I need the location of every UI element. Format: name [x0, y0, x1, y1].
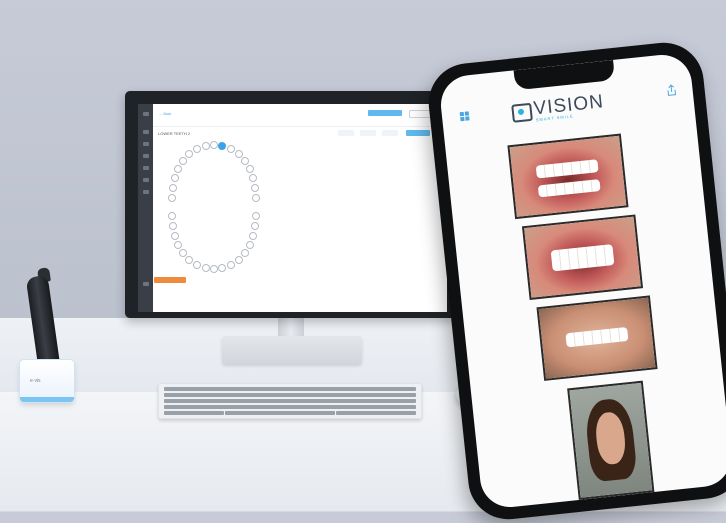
dock-logo: e·vis: [30, 378, 41, 384]
sidebar-item[interactable]: [143, 154, 149, 158]
product-scene: ← Back LOWER TEETH 2 e·vis VISION SMART …: [0, 0, 726, 523]
keys: [164, 411, 224, 415]
vision-logo-icon: [511, 102, 533, 123]
tooth[interactable]: [241, 249, 249, 257]
tooth[interactable]: [171, 232, 179, 240]
keys: [164, 399, 416, 403]
sidebar-item[interactable]: [143, 190, 149, 194]
photo-bite[interactable]: [521, 214, 644, 300]
sidebar-settings-icon[interactable]: [143, 282, 149, 286]
tooth[interactable]: [168, 194, 176, 202]
tooth[interactable]: [179, 157, 187, 165]
sidebar-item[interactable]: [143, 166, 149, 170]
tooth[interactable]: [218, 264, 226, 272]
spacebar: [225, 411, 335, 415]
monitor-stand-neck: [278, 318, 304, 338]
photo-smile[interactable]: [536, 295, 658, 381]
tooth-selected[interactable]: [218, 142, 226, 150]
toolbar-chip[interactable]: [338, 130, 354, 136]
tooth[interactable]: [169, 222, 177, 230]
tooth[interactable]: [202, 142, 210, 150]
tooth[interactable]: [185, 150, 193, 158]
photo-open-mouth[interactable]: [507, 133, 629, 220]
dental-chart: [166, 141, 266, 282]
key-row: [164, 405, 416, 409]
tooth[interactable]: [241, 157, 249, 165]
orange-action-button[interactable]: [154, 277, 186, 283]
tooth[interactable]: [171, 174, 179, 182]
share-icon[interactable]: [666, 84, 677, 97]
mouth-image: [509, 135, 627, 217]
tooth[interactable]: [193, 261, 201, 269]
key-row: [164, 387, 416, 391]
phone-notch: [513, 59, 616, 91]
tooth[interactable]: [249, 174, 257, 182]
sidebar-menu-icon[interactable]: [143, 112, 149, 116]
tooth[interactable]: [252, 194, 260, 202]
toolbar-primary-chip[interactable]: [406, 130, 430, 136]
tooth[interactable]: [246, 241, 254, 249]
tooth[interactable]: [185, 256, 193, 264]
key-row: [164, 393, 416, 397]
tooth[interactable]: [227, 145, 235, 153]
app-topbar: ← Back: [153, 104, 447, 127]
tooth[interactable]: [174, 241, 182, 249]
tooth[interactable]: [227, 261, 235, 269]
keys: [164, 405, 416, 409]
smartphone: VISION SMART SMILE: [424, 38, 726, 523]
tooth[interactable]: [249, 232, 257, 240]
key-row: [164, 399, 416, 403]
tooth[interactable]: [169, 184, 177, 192]
tooth[interactable]: [235, 256, 243, 264]
tooth[interactable]: [202, 264, 210, 272]
primary-action-button[interactable]: [368, 110, 402, 116]
tooth[interactable]: [246, 165, 254, 173]
dock-light: [20, 397, 74, 402]
portrait-image: [569, 382, 653, 498]
monitor-stand-base: [222, 336, 362, 364]
back-link[interactable]: ← Back: [159, 112, 171, 116]
grid-menu-icon[interactable]: [459, 111, 470, 122]
tooth[interactable]: [252, 212, 260, 220]
keys: [164, 393, 416, 397]
sidebar-item[interactable]: [143, 178, 149, 182]
tooth[interactable]: [168, 212, 176, 220]
toolbar-chip[interactable]: [360, 130, 376, 136]
keys: [336, 411, 416, 415]
key-row: [164, 411, 416, 415]
phone-screen: VISION SMART SMILE: [438, 52, 726, 510]
tooth[interactable]: [251, 222, 259, 230]
monitor-screen: ← Back LOWER TEETH 2: [138, 104, 447, 312]
scanner-dock: e·vis: [20, 360, 74, 402]
tooth[interactable]: [210, 141, 218, 149]
brand-logo: VISION SMART SMILE: [511, 88, 633, 126]
toolbar-chip[interactable]: [382, 130, 398, 136]
page-title: LOWER TEETH 2: [158, 131, 191, 136]
tooth[interactable]: [251, 184, 259, 192]
sidebar-item[interactable]: [143, 130, 149, 134]
tooth[interactable]: [210, 265, 218, 273]
app-sidebar: [138, 104, 153, 312]
photo-portrait[interactable]: [567, 380, 655, 500]
sidebar-item[interactable]: [143, 142, 149, 146]
tooth[interactable]: [193, 145, 201, 153]
keys: [164, 387, 416, 391]
keyboard: [158, 383, 422, 419]
tooth[interactable]: [174, 165, 182, 173]
